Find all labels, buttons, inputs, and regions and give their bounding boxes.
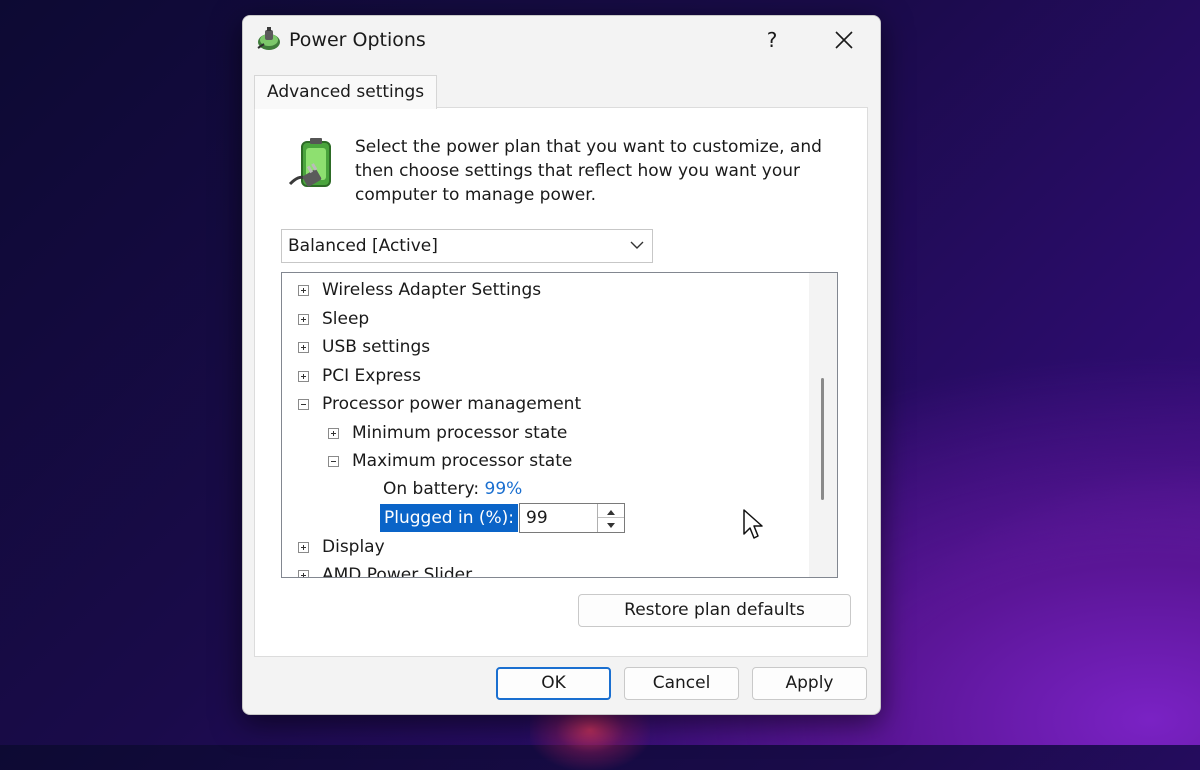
expand-icon[interactable] [298,314,309,325]
tree-item-label: Display [322,537,385,557]
battery-plug-icon [288,138,331,187]
on-battery-label: On battery: [383,479,480,499]
expand-icon[interactable] [298,570,309,577]
tree-item-label: PCI Express [322,366,421,386]
close-icon [835,31,853,49]
tree-scrollbar[interactable] [809,273,837,577]
ok-button[interactable]: OK [496,667,611,700]
apply-button[interactable]: Apply [752,667,867,700]
collapse-icon[interactable] [298,399,309,410]
stepper-down-button[interactable] [598,518,624,532]
title-bar: Power Options ? [243,16,880,66]
window-title: Power Options [289,29,426,51]
stepper-arrows [597,504,624,532]
power-plan-value: Balanced [Active] [288,236,438,256]
tree-item-label: AMD Power Slider [322,565,473,578]
mouse-pointer-icon [743,509,763,539]
on-battery-value[interactable]: 99% [485,479,523,499]
power-options-dialog: Power Options ? Advanced settings Select… [242,15,881,715]
tree-item-label: Sleep [322,309,370,329]
intro-text: Select the power plan that you want to c… [355,137,822,205]
triangle-down-icon [607,523,615,528]
expand-icon[interactable] [328,428,339,439]
power-options-icon [257,27,280,50]
power-plan-select[interactable]: Balanced [Active] [281,229,653,263]
expand-icon[interactable] [298,371,309,382]
tree-item-label: Minimum processor state [352,423,568,443]
restore-plan-defaults-button[interactable]: Restore plan defaults [578,594,851,627]
cancel-button[interactable]: Cancel [624,667,739,700]
collapse-icon[interactable] [328,456,339,467]
tree-item-label: Processor power management [322,394,582,414]
plugged-in-stepper[interactable] [519,503,625,533]
stepper-up-button[interactable] [598,504,624,518]
tab-advanced-settings[interactable]: Advanced settings [254,75,438,109]
plugged-in-label: Plugged in (%): [380,504,519,532]
expand-icon[interactable] [298,542,309,553]
triangle-up-icon [607,510,615,515]
help-button[interactable]: ? [751,20,793,60]
close-button[interactable] [821,20,867,60]
advanced-settings-panel: Select the power plan that you want to c… [254,107,868,657]
expand-icon[interactable] [298,285,309,296]
tree-item-label: Wireless Adapter Settings [322,280,542,300]
expand-icon[interactable] [298,342,309,353]
scrollbar-thumb[interactable] [821,378,824,500]
tree-item-label: USB settings [322,337,431,357]
plugged-in-input[interactable] [520,504,596,532]
chevron-down-icon [630,241,644,249]
on-battery-setting[interactable]: On battery: 99% [383,479,522,499]
tree-item-label: Maximum processor state [352,451,573,471]
